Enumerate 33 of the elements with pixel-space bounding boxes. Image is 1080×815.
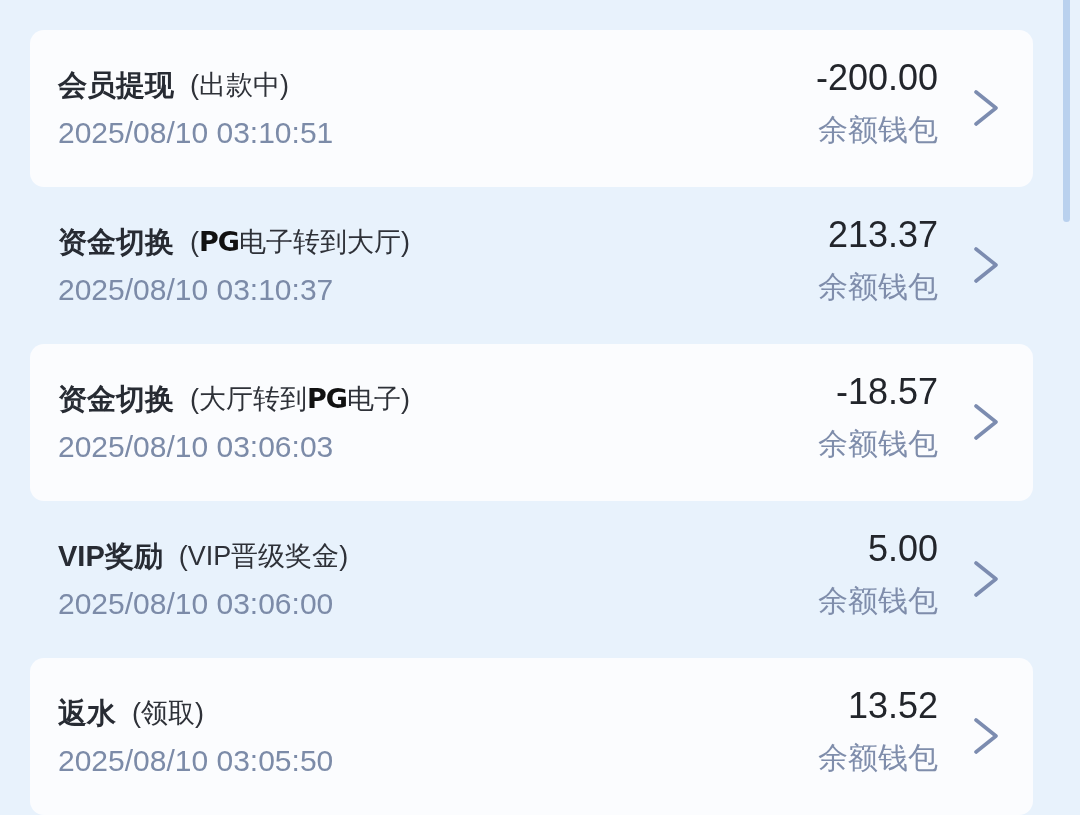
chevron-right-icon — [974, 90, 998, 126]
record-note: (VIP晋级奖金) — [178, 540, 349, 573]
record-title: 返水 — [58, 696, 116, 731]
record-note: (出款中) — [190, 69, 289, 102]
chevron-right-icon — [974, 561, 998, 597]
record-title: 会员提现 — [58, 68, 174, 103]
record-time: 2025/08/10 03:10:37 — [58, 272, 334, 308]
record-note: (PG电子转到大厅) — [190, 225, 410, 259]
record-amount: 13.52 — [847, 686, 938, 726]
wallet-label: 余额钱包 — [818, 426, 938, 462]
wallet-label: 余额钱包 — [818, 112, 938, 148]
record-amount: 5.00 — [867, 529, 938, 569]
chevron-right-icon — [974, 718, 998, 754]
record-card[interactable]: 会员提现 (出款中) 2025/08/10 03:10:51 -200.00 余额钱包 — [30, 30, 1033, 187]
wallet-label: 余额钱包 — [818, 740, 938, 776]
record-amount: -200.00 — [815, 58, 938, 98]
record-time: 2025/08/10 03:06:03 — [58, 429, 334, 465]
record-amount: 213.37 — [827, 215, 938, 255]
record-note: (领取) — [132, 697, 204, 730]
record-title: 资金切换 — [58, 382, 174, 417]
record-card[interactable]: 返水 (领取) 2025/08/10 03:05:50 13.52 余额钱包 — [30, 658, 1033, 815]
chevron-right-icon — [974, 404, 998, 440]
record-time: 2025/08/10 03:06:00 — [58, 586, 334, 622]
record-note: (大厅转到PG电子) — [190, 382, 410, 416]
record-title: VIP奖励 — [58, 539, 163, 574]
record-amount: -18.57 — [835, 372, 938, 412]
wallet-label: 余额钱包 — [818, 269, 938, 305]
record-time: 2025/08/10 03:10:51 — [58, 115, 334, 151]
record-card[interactable]: 资金切换 (大厅转到PG电子) 2025/08/10 03:06:03 -18.57 余额钱包 — [30, 344, 1033, 501]
chevron-right-icon — [974, 247, 998, 283]
record-time: 2025/08/10 03:05:50 — [58, 743, 334, 779]
wallet-label: 余额钱包 — [818, 583, 938, 619]
record-title: 资金切换 — [58, 225, 174, 260]
